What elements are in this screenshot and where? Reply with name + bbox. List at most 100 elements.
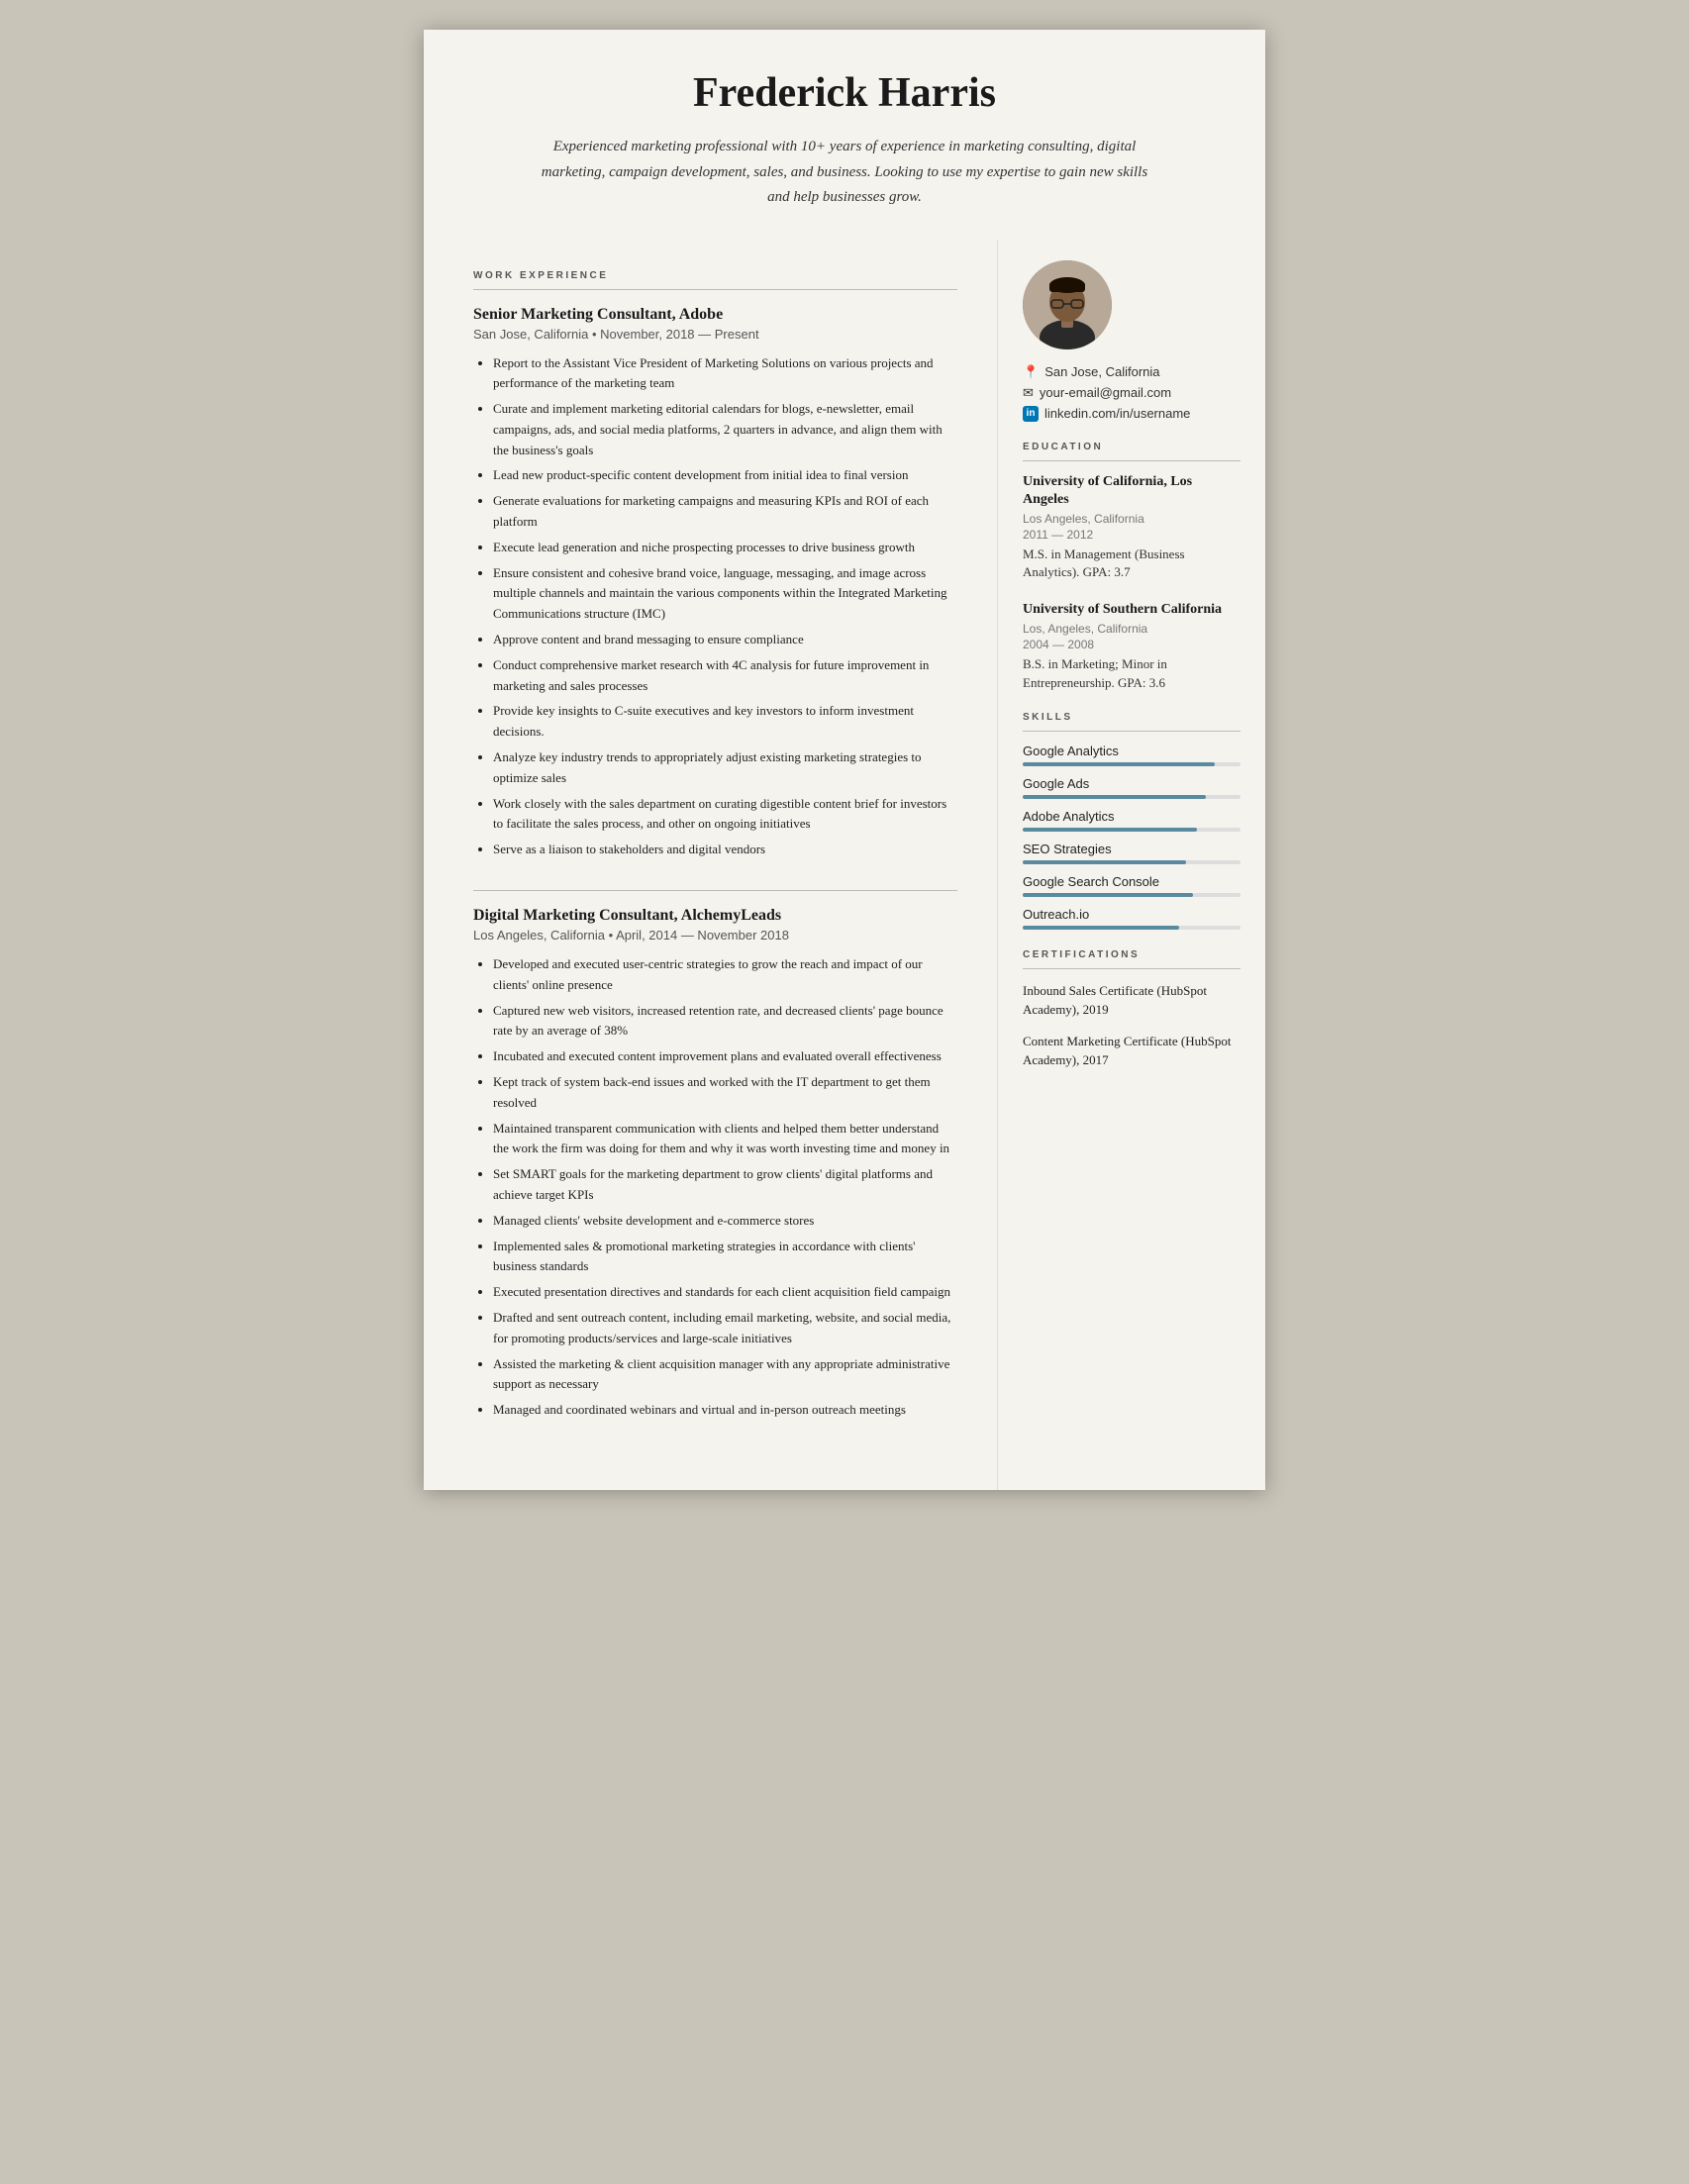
skill-5-name: Google Search Console (1023, 874, 1241, 889)
skill-1: Google Analytics (1023, 744, 1241, 766)
job-1-separator: • (592, 327, 600, 342)
contact-location: 📍 San Jose, California (1023, 364, 1241, 380)
education-label: EDUCATION (1023, 442, 1241, 452)
linkedin-icon: in (1023, 406, 1039, 422)
job-2-bullet-8: Implemented sales & promotional marketin… (493, 1237, 957, 1278)
edu-2-years: 2004 — 2008 (1023, 638, 1241, 651)
main-column: WORK EXPERIENCE Senior Marketing Consult… (424, 241, 998, 1490)
job-1-bullets: Report to the Assistant Vice President o… (473, 353, 957, 861)
job-2-bullet-6: Set SMART goals for the marketing depart… (493, 1164, 957, 1206)
edu-2: University of Southern California Los, A… (1023, 601, 1241, 692)
skill-3: Adobe Analytics (1023, 809, 1241, 832)
job-2-bullet-3: Incubated and executed content improveme… (493, 1046, 957, 1067)
skills-divider (1023, 731, 1241, 732)
skill-6-bar-fill (1023, 926, 1179, 930)
skills-section: SKILLS Google Analytics Google Ads Adobe… (1023, 712, 1241, 930)
job-1-bullet-10: Analyze key industry trends to appropria… (493, 747, 957, 789)
profile-photo (1023, 260, 1112, 349)
edu-1-school: University of California, Los Angeles (1023, 473, 1241, 509)
job-1-bullet-6: Ensure consistent and cohesive brand voi… (493, 563, 957, 625)
education-divider (1023, 460, 1241, 461)
resume-header: Frederick Harris Experienced marketing p… (424, 30, 1265, 241)
job-1-bullet-7: Approve content and brand messaging to e… (493, 630, 957, 650)
skill-2: Google Ads (1023, 776, 1241, 799)
candidate-summary: Experienced marketing professional with … (538, 135, 1151, 211)
sidebar-column: 📍 San Jose, California ✉ your-email@gmai… (998, 241, 1265, 1490)
job-1-bullet-4: Generate evaluations for marketing campa… (493, 491, 957, 533)
skill-3-name: Adobe Analytics (1023, 809, 1241, 824)
skill-4: SEO Strategies (1023, 842, 1241, 864)
job-2-bullet-11: Assisted the marketing & client acquisit… (493, 1354, 957, 1396)
job-1-bullet-9: Provide key insights to C-suite executiv… (493, 701, 957, 743)
job-2: Digital Marketing Consultant, AlchemyLea… (473, 907, 957, 1421)
job-1-location: San Jose, California (473, 327, 588, 342)
edu-2-school: University of Southern California (1023, 601, 1241, 619)
education-section: EDUCATION University of California, Los … (1023, 442, 1241, 692)
skill-1-bar-bg (1023, 762, 1241, 766)
skill-2-name: Google Ads (1023, 776, 1241, 791)
candidate-name: Frederick Harris (483, 69, 1206, 117)
resume-body: WORK EXPERIENCE Senior Marketing Consult… (424, 241, 1265, 1490)
job-1-bullet-1: Report to the Assistant Vice President o… (493, 353, 957, 395)
job-2-bullet-12: Managed and coordinated webinars and vir… (493, 1400, 957, 1421)
job-2-bullet-10: Drafted and sent outreach content, inclu… (493, 1308, 957, 1349)
skill-3-bar-fill (1023, 828, 1197, 832)
job-2-separator: • (609, 928, 616, 943)
job-2-meta: Los Angeles, California • April, 2014 — … (473, 928, 957, 943)
job-2-bullet-5: Maintained transparent communication wit… (493, 1119, 957, 1160)
cert-1: Inbound Sales Certificate (HubSpot Acade… (1023, 981, 1241, 1020)
certifications-section: CERTIFICATIONS Inbound Sales Certificate… (1023, 949, 1241, 1070)
work-section-divider (473, 289, 957, 290)
job-2-bullets: Developed and executed user-centric stra… (473, 954, 957, 1421)
job-1-title: Senior Marketing Consultant, Adobe (473, 306, 957, 324)
skill-1-bar-fill (1023, 762, 1215, 766)
skill-2-bar-fill (1023, 795, 1206, 799)
resume-document: Frederick Harris Experienced marketing p… (424, 30, 1265, 1490)
edu-1-location: Los Angeles, California (1023, 512, 1241, 526)
job-1-bullet-3: Lead new product-specific content develo… (493, 465, 957, 486)
job-1-bullet-11: Work closely with the sales department o… (493, 794, 957, 836)
certifications-divider (1023, 968, 1241, 969)
contact-info: 📍 San Jose, California ✉ your-email@gmai… (1023, 364, 1241, 422)
job-1-dates: November, 2018 — Present (600, 327, 758, 342)
job-2-bullet-9: Executed presentation directives and sta… (493, 1282, 957, 1303)
skill-4-bar-bg (1023, 860, 1241, 864)
skills-label: SKILLS (1023, 712, 1241, 723)
skill-4-name: SEO Strategies (1023, 842, 1241, 856)
job-2-location: Los Angeles, California (473, 928, 605, 943)
certifications-label: CERTIFICATIONS (1023, 949, 1241, 960)
skill-5-bar-bg (1023, 893, 1241, 897)
job-2-bullet-2: Captured new web visitors, increased ret… (493, 1001, 957, 1042)
job-2-dates: April, 2014 — November 2018 (616, 928, 789, 943)
job-2-divider (473, 890, 957, 891)
skill-5: Google Search Console (1023, 874, 1241, 897)
skill-4-bar-fill (1023, 860, 1186, 864)
edu-2-location: Los, Angeles, California (1023, 622, 1241, 636)
job-1-bullet-5: Execute lead generation and niche prospe… (493, 538, 957, 558)
edu-1: University of California, Los Angeles Lo… (1023, 473, 1241, 582)
email-icon: ✉ (1023, 385, 1034, 401)
job-1-bullet-8: Conduct comprehensive market research wi… (493, 655, 957, 697)
cert-2: Content Marketing Certificate (HubSpot A… (1023, 1032, 1241, 1070)
job-1: Senior Marketing Consultant, Adobe San J… (473, 306, 957, 861)
job-2-title: Digital Marketing Consultant, AlchemyLea… (473, 907, 957, 925)
contact-linkedin: in linkedin.com/in/username (1023, 406, 1241, 422)
job-1-bullet-12: Serve as a liaison to stakeholders and d… (493, 840, 957, 860)
edu-2-degree: B.S. in Marketing; Minor in Entrepreneur… (1023, 655, 1241, 691)
edu-1-degree: M.S. in Management (Business Analytics).… (1023, 546, 1241, 581)
edu-1-years: 2011 — 2012 (1023, 528, 1241, 542)
skill-6-bar-bg (1023, 926, 1241, 930)
job-2-bullet-4: Kept track of system back-end issues and… (493, 1072, 957, 1114)
skill-1-name: Google Analytics (1023, 744, 1241, 758)
contact-email: ✉ your-email@gmail.com (1023, 385, 1241, 401)
skill-6-name: Outreach.io (1023, 907, 1241, 922)
skill-6: Outreach.io (1023, 907, 1241, 930)
job-1-bullet-2: Curate and implement marketing editorial… (493, 399, 957, 460)
job-1-meta: San Jose, California • November, 2018 — … (473, 327, 957, 342)
work-experience-label: WORK EXPERIENCE (473, 270, 957, 281)
job-2-bullet-1: Developed and executed user-centric stra… (493, 954, 957, 996)
job-2-bullet-7: Managed clients' website development and… (493, 1211, 957, 1232)
skill-3-bar-bg (1023, 828, 1241, 832)
skill-5-bar-fill (1023, 893, 1193, 897)
location-icon: 📍 (1023, 364, 1039, 380)
